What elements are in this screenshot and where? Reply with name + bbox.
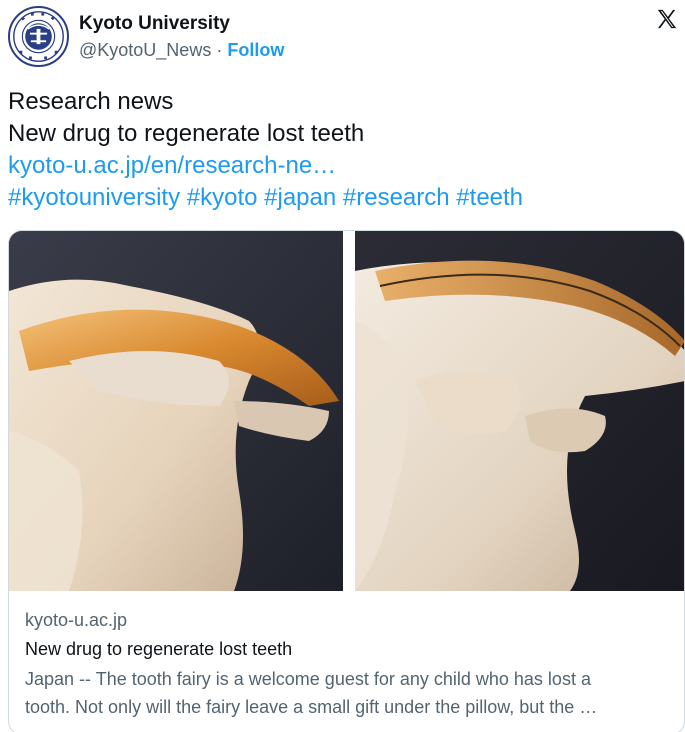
avatar[interactable]	[8, 6, 69, 67]
hashtag-list: #kyotouniversity #kyoto #japan #research…	[8, 182, 523, 214]
card-domain: kyoto-u.ac.jp	[25, 610, 128, 630]
tweet-line-headline: New drug to regenerate lost teeth	[8, 120, 365, 147]
x-logo-icon[interactable]	[656, 8, 678, 30]
account-handle[interactable]: @KyotoU_News	[79, 40, 211, 60]
hashtag[interactable]: #kyoto	[187, 184, 258, 211]
link-preview-card[interactable]: kyoto-u.ac.jp New drug to regenerate los…	[8, 230, 685, 732]
card-description-line: tooth. Not only will the fairy leave a s…	[25, 697, 598, 717]
card-image[interactable]	[9, 231, 684, 591]
kyoto-university-seal-icon	[11, 9, 66, 64]
card-description-line: Japan -- The tooth fairy is a welcome gu…	[25, 669, 591, 689]
follow-button[interactable]: Follow	[227, 40, 284, 60]
tweet-header: Kyoto University @KyotoU_News · Follow	[8, 6, 678, 70]
card-meta: kyoto-u.ac.jp New drug to regenerate los…	[25, 607, 670, 721]
tweet-body: Research news New drug to regenerate los…	[8, 86, 523, 214]
hashtag[interactable]: #kyotouniversity	[8, 184, 180, 211]
separator-dot: ·	[216, 40, 223, 60]
account-info: Kyoto University @KyotoU_News · Follow	[79, 12, 284, 64]
tooth-photo-left	[9, 231, 343, 591]
tooth-photo-right	[355, 231, 684, 591]
hashtag[interactable]: #research	[343, 184, 450, 211]
card-title[interactable]: New drug to regenerate lost teeth	[25, 635, 670, 663]
tweet-link[interactable]: kyoto-u.ac.jp/en/research-ne…	[8, 150, 523, 182]
account-name[interactable]: Kyoto University	[79, 12, 284, 36]
hashtag[interactable]: #teeth	[456, 184, 523, 211]
tweet-line-research-news: Research news	[8, 88, 174, 115]
card-description: Japan -- The tooth fairy is a welcome gu…	[25, 665, 670, 721]
hashtag[interactable]: #japan	[264, 184, 336, 211]
account-handle-line: @KyotoU_News · Follow	[79, 36, 284, 64]
